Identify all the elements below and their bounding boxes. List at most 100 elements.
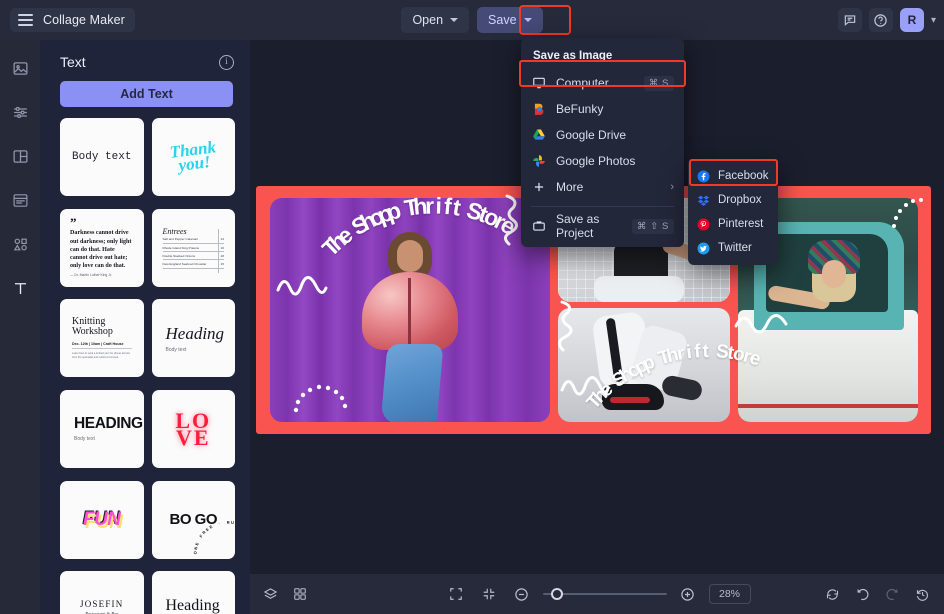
menu-item-more[interactable]: More › (521, 174, 684, 200)
text-template-heading-serif[interactable]: Heading Body text (152, 571, 236, 614)
template-label: LOVE (170, 412, 216, 446)
template-sub: Body text (74, 436, 130, 442)
submenu-item-label: Pinterest (718, 218, 763, 230)
add-text-button[interactable]: Add Text (60, 81, 233, 107)
menu-item-google-drive[interactable]: Google Drive (521, 122, 684, 148)
zoom-in-icon[interactable] (676, 582, 700, 606)
menu-row: New England Seafood Chowder15 (163, 260, 225, 268)
zoom-slider[interactable] (543, 587, 667, 601)
info-icon[interactable]: i (219, 55, 234, 70)
quote-mark-icon: ” (70, 219, 134, 227)
chat-icon[interactable] (838, 8, 862, 32)
save-button[interactable]: Save (477, 7, 543, 33)
sidebar-item-edit[interactable] (6, 98, 34, 126)
sidebar-item-collage[interactable] (6, 142, 34, 170)
submenu-item-twitter[interactable]: Twitter (688, 236, 778, 260)
sidebar-item-templates[interactable] (6, 186, 34, 214)
template-label: Thank you! (156, 138, 230, 175)
submenu-item-dropbox[interactable]: Dropbox (688, 188, 778, 212)
template-label: Darkness cannot drive out darkness; only… (70, 229, 134, 269)
chevron-down-icon (524, 18, 532, 22)
shrink-icon[interactable] (477, 582, 501, 606)
redo-icon[interactable] (880, 582, 904, 606)
text-template-thank-you[interactable]: Thank you! (152, 118, 236, 196)
chevron-down-icon (450, 18, 458, 22)
submenu-item-facebook[interactable]: Facebook (688, 164, 778, 188)
menu-item-google-photos[interactable]: Google Photos (521, 148, 684, 174)
menu-item-label: BeFunky (556, 102, 674, 116)
text-panel: Text i Add Text Body text Thank you! ” D… (40, 40, 250, 614)
sidebar-item-photos[interactable] (6, 54, 34, 82)
dropbox-icon (697, 194, 710, 207)
menu-item-computer[interactable]: Computer ⌘ S (521, 70, 684, 96)
template-body: Learn how to work a knitted yarn for din… (72, 352, 132, 360)
sidebar-item-graphics[interactable] (6, 230, 34, 258)
text-template-fun[interactable]: FUN (60, 481, 144, 559)
template-label: Entrees (163, 227, 225, 236)
submenu-item-label: Dropbox (718, 194, 761, 206)
submenu-item-label: Twitter (718, 242, 752, 254)
app-root: Collage Maker Open Save R ▾ (0, 0, 944, 614)
reset-icon[interactable] (820, 582, 844, 606)
menu-divider (531, 206, 674, 207)
submenu-item-pinterest[interactable]: Pinterest (688, 212, 778, 236)
template-sub: Dec. 12th | 10am | Craft House (72, 342, 132, 350)
plus-icon (531, 179, 547, 195)
text-template-quote[interactable]: ” Darkness cannot drive out darkness; on… (60, 209, 144, 287)
model-figure (350, 232, 470, 422)
monitor-icon (531, 75, 547, 91)
menu-item-save-as-project[interactable]: Save as Project ⌘ ⇧ S (521, 213, 684, 239)
menu-row: Double Stacked Onions18 (163, 252, 225, 260)
pinterest-icon (697, 218, 710, 231)
text-template-heading-script[interactable]: Heading Body text (152, 299, 236, 377)
menu-item-label: Google Photos (556, 154, 674, 168)
text-template-bogo[interactable]: BUY ONE GET ONE FREE · BUY ONE GET ONE F… (152, 481, 236, 559)
save-menu-heading: Save as Image (521, 44, 684, 70)
menu-item-befunky[interactable]: BeFunky (521, 96, 684, 122)
zoom-out-icon[interactable] (510, 582, 534, 606)
undo-icon[interactable] (850, 582, 874, 606)
text-template-knitting[interactable]: Knitting Workshop Dec. 12th | 10am | Cra… (60, 299, 144, 377)
google-photos-icon (531, 153, 547, 169)
text-template-love[interactable]: LOVE (152, 390, 236, 468)
photo-purple-wall[interactable] (270, 198, 550, 422)
template-author: — Dr. Martin Luther King Jr. (70, 273, 134, 277)
zoom-slider-knob[interactable] (551, 588, 563, 600)
menu-row: Rhode Island King Prawns16 (163, 244, 225, 252)
text-template-heading-bold[interactable]: HEADING Body text (60, 390, 144, 468)
photo-sneakers[interactable] (558, 308, 730, 422)
briefcase-icon (531, 218, 547, 234)
zoom-level-value[interactable]: 28% (709, 584, 751, 604)
befunky-icon (531, 101, 547, 117)
open-button-label: Open (412, 13, 443, 27)
page-title: Text (60, 54, 86, 70)
template-label: HEADING (74, 415, 130, 433)
text-template-josefin[interactable]: JOSEFIN Restaurant & Bar EST 1921 · SINC… (60, 571, 144, 614)
top-bar-right-actions: R ▾ (838, 0, 936, 40)
bottom-bar-right (820, 582, 934, 606)
menu-item-shortcut: ⌘ ⇧ S (632, 219, 674, 234)
text-template-body-text[interactable]: Body text (60, 118, 144, 196)
help-icon[interactable] (869, 8, 893, 32)
text-template-grid: Body text Thank you! ” Darkness cannot d… (60, 118, 235, 614)
account-chevron-down-icon[interactable]: ▾ (931, 15, 936, 26)
submenu-item-label: Facebook (718, 170, 769, 182)
save-button-label: Save (488, 13, 517, 27)
template-label: Knitting Workshop (72, 317, 132, 337)
text-template-entrees[interactable]: Entrees Salt and Pepper Calamari14 Rhode… (152, 209, 236, 287)
menu-item-label: Computer (556, 76, 635, 90)
chevron-right-icon: › (670, 181, 674, 193)
template-label: FUN (83, 509, 121, 531)
open-button[interactable]: Open (401, 7, 469, 33)
share-submenu: Facebook Dropbox Pinterest Twitter (688, 159, 778, 265)
history-icon[interactable] (910, 582, 934, 606)
fit-screen-icon[interactable] (444, 582, 468, 606)
template-label: JOSEFIN (66, 599, 138, 609)
sidebar-item-text[interactable] (6, 274, 34, 302)
save-dropdown-menu: Save as Image Computer ⌘ S BeFunky (521, 38, 684, 247)
bottom-bar: 28% (250, 574, 944, 614)
avatar[interactable]: R (900, 8, 924, 32)
menu-item-label: Save as Project (556, 212, 623, 240)
template-sub: Body text (166, 347, 222, 353)
menu-item-label: More (556, 180, 661, 194)
